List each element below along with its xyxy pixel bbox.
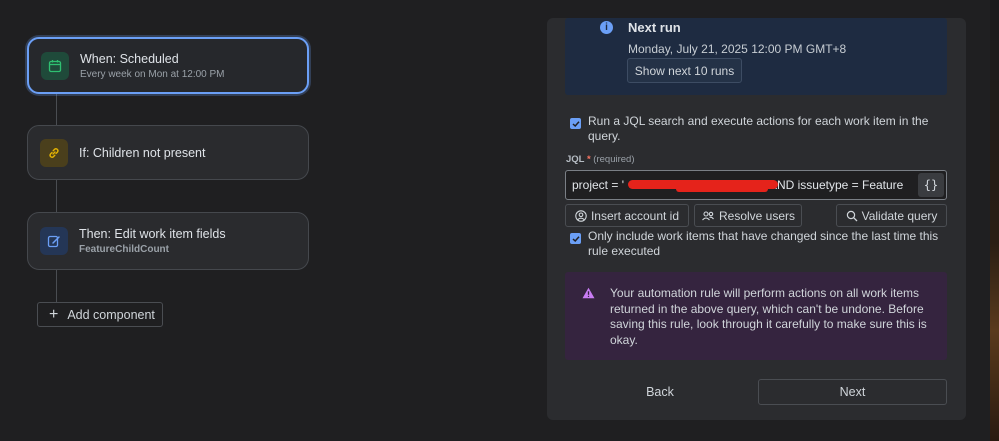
jql-label-text: JQL — [566, 154, 585, 165]
required-text: (required) — [593, 154, 635, 165]
rule-flow-canvas: When: Scheduled Every week on Mon at 12:… — [0, 0, 545, 441]
insert-account-id-label: Insert account id — [590, 208, 680, 223]
validate-query-label: Validate query — [861, 208, 938, 223]
jql-editor-button[interactable]: {} — [918, 173, 944, 197]
add-component-label: Add component — [67, 307, 155, 322]
add-component-button[interactable]: + Add component — [37, 302, 163, 327]
warning-message: Your automation rule will perform action… — [565, 272, 947, 360]
changed-only-label: Only include work items that have change… — [588, 229, 939, 258]
next-button[interactable]: Next — [758, 379, 947, 405]
jql-prefix: project = ' — [572, 178, 624, 192]
node-title: Then: Edit work item fields — [79, 227, 226, 241]
info-icon: i — [600, 21, 613, 34]
redaction-mark — [676, 186, 768, 192]
changed-only-checkbox[interactable] — [570, 233, 581, 244]
trigger-node-scheduled[interactable]: When: Scheduled Every week on Mon at 12:… — [27, 37, 309, 94]
jql-input[interactable]: project = ' ' AND issuetype = Feature {} — [565, 170, 947, 200]
check-icon — [571, 120, 580, 127]
user-circle-icon — [575, 209, 587, 222]
resolve-users-label: Resolve users — [718, 208, 796, 223]
action-node-edit-fields[interactable]: Then: Edit work item fields FeatureChild… — [27, 212, 309, 270]
calendar-icon — [41, 51, 69, 80]
jql-search-label: Run a JQL search and execute actions for… — [588, 114, 929, 143]
plus-icon: + — [49, 305, 59, 323]
warning-icon — [582, 287, 595, 299]
condition-node-children[interactable]: If: Children not present — [27, 125, 309, 180]
search-icon — [846, 210, 858, 221]
required-marker: * — [586, 154, 591, 165]
jql-search-checkbox[interactable] — [570, 118, 581, 129]
next-run-date: Monday, July 21, 2025 12:00 PM GMT+8 — [628, 42, 847, 56]
show-next-runs-button[interactable]: Show next 10 runs — [627, 58, 742, 83]
users-icon — [702, 210, 714, 220]
node-title: If: Children not present — [79, 145, 206, 160]
check-icon — [571, 235, 580, 242]
next-run-info: i Next run Monday, July 21, 2025 12:00 P… — [565, 18, 947, 95]
link-icon — [40, 138, 68, 167]
validate-query-button[interactable]: Validate query — [836, 204, 947, 227]
resolve-users-button[interactable]: Resolve users — [694, 204, 802, 227]
flow-connector — [56, 270, 57, 302]
rule-config-panel: i Next run Monday, July 21, 2025 12:00 P… — [547, 18, 966, 420]
node-title: When: Scheduled — [80, 51, 179, 66]
jql-field-label: JQL * (required) — [566, 154, 634, 165]
node-subtitle: FeatureChildCount — [79, 244, 169, 255]
node-subtitle: Every week on Mon at 12:00 PM — [80, 68, 225, 80]
edit-icon — [40, 227, 68, 255]
insert-account-id-button[interactable]: Insert account id — [565, 204, 689, 227]
next-run-title: Next run — [628, 20, 681, 35]
back-button[interactable]: Back — [565, 379, 755, 405]
warning-text: Your automation rule will perform action… — [610, 286, 927, 347]
flow-connector — [56, 180, 57, 212]
background-edge — [990, 0, 999, 441]
flow-connector — [56, 94, 57, 126]
jql-suffix: ' AND issuetype = Feature — [763, 178, 904, 192]
